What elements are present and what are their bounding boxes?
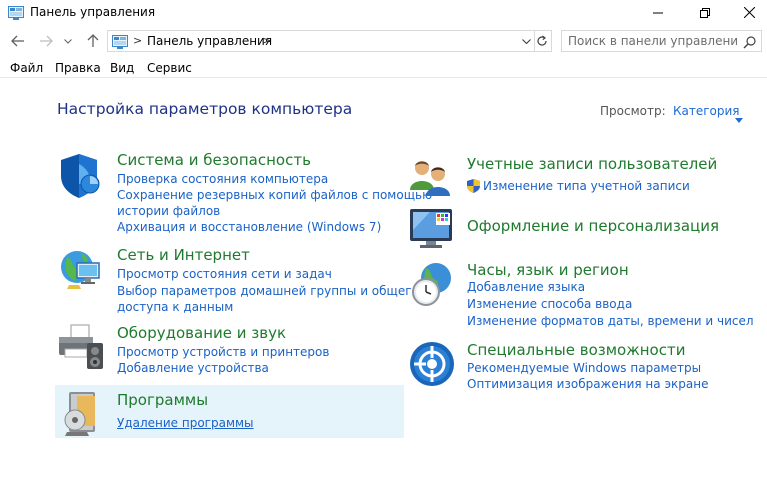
clock-globe-icon [408, 260, 456, 308]
link-network-status[interactable]: Просмотр состояния сети и задач [117, 266, 332, 282]
link-uninstall-program[interactable]: Удаление программы [117, 415, 254, 431]
link-homegroup-sharing-cont[interactable]: доступа к данным [117, 299, 233, 315]
link-file-history-backup-cont[interactable]: истории файлов [117, 203, 220, 219]
control-panel-icon [112, 34, 128, 49]
category-user-accounts: Учетные записи пользователей Изменение т… [408, 150, 763, 200]
view-by-label: Просмотр: [600, 104, 666, 118]
chevron-down-icon[interactable] [735, 108, 743, 123]
menu-edit[interactable]: Правка [55, 61, 101, 75]
forward-button[interactable] [37, 31, 55, 51]
link-recommended-settings[interactable]: Рекомендуемые Windows параметры [467, 360, 701, 376]
network-globe-icon [57, 245, 105, 293]
view-by-dropdown[interactable]: Категория [673, 104, 740, 118]
link-change-date-formats[interactable]: Изменение форматов даты, времени и чисел [467, 313, 754, 329]
breadcrumb-control-panel[interactable]: Панель управления [147, 34, 272, 48]
address-bar[interactable]: > Панель управления > [107, 30, 535, 52]
link-change-account-type[interactable]: Изменение типа учетной записи [483, 178, 690, 194]
link-add-language[interactable]: Добавление языка [467, 279, 585, 295]
category-title[interactable]: Система и безопасность [117, 151, 311, 169]
category-clock-region: Часы, язык и регион Добавление языка Изм… [408, 260, 763, 332]
category-title[interactable]: Оформление и персонализация [467, 217, 719, 235]
page-title: Настройка параметров компьютера [57, 100, 353, 118]
window-title: Панель управления [30, 5, 156, 19]
back-button[interactable] [9, 31, 27, 51]
category-hardware-sound: Оборудование и звук Просмотр устройств и… [57, 323, 402, 378]
close-button[interactable] [727, 0, 767, 25]
users-icon [408, 156, 456, 204]
link-change-input-method[interactable]: Изменение способа ввода [467, 296, 632, 312]
menu-view[interactable]: Вид [110, 61, 134, 75]
category-title[interactable]: Оборудование и звук [117, 324, 286, 342]
category-network-internet: Сеть и Интернет Просмотр состояния сети … [57, 245, 419, 315]
ease-of-access-icon [408, 340, 456, 388]
uac-shield-icon [467, 178, 480, 193]
link-add-device[interactable]: Добавление устройства [117, 360, 269, 376]
link-optimize-display[interactable]: Оптимизация изображения на экране [467, 376, 708, 392]
link-backup-restore[interactable]: Архивация и восстановление (Windows 7) [117, 219, 381, 235]
menu-file[interactable]: Файл [10, 61, 43, 75]
category-title[interactable]: Специальные возможности [467, 341, 685, 359]
link-file-history-backup[interactable]: Сохранение резервных копий файлов с помо… [117, 187, 432, 203]
category-appearance: Оформление и персонализация [408, 205, 763, 257]
link-homegroup-sharing[interactable]: Выбор параметров домашней группы и общег… [117, 283, 419, 299]
recent-locations-button[interactable] [62, 31, 74, 51]
menu-tools[interactable]: Сервис [147, 61, 192, 75]
category-ease-of-access: Специальные возможности Рекомендуемые Wi… [408, 340, 763, 395]
category-system-security: Система и безопасность Проверка состояни… [57, 150, 432, 240]
category-title[interactable]: Учетные записи пользователей [467, 155, 717, 173]
title-bar: Панель управления [0, 0, 767, 25]
shield-icon [57, 152, 105, 200]
search-icon[interactable] [743, 34, 757, 49]
programs-icon [57, 390, 105, 438]
search-input[interactable] [568, 33, 738, 49]
printer-icon [57, 323, 105, 371]
category-title[interactable]: Программы [117, 391, 208, 409]
menu-bar: Файл Правка Вид Сервис [0, 58, 767, 78]
category-title[interactable]: Часы, язык и регион [467, 261, 629, 279]
breadcrumb-separator[interactable]: > [262, 34, 271, 47]
control-panel-icon [8, 5, 24, 20]
link-check-computer-status[interactable]: Проверка состояния компьютера [117, 171, 328, 187]
category-programs: Программы Удаление программы [57, 390, 402, 438]
appearance-monitor-icon [408, 205, 456, 253]
up-button[interactable] [84, 31, 102, 51]
maximize-button[interactable] [683, 0, 727, 25]
refresh-button[interactable] [532, 30, 552, 52]
search-box[interactable] [561, 30, 762, 52]
breadcrumb-separator[interactable]: > [133, 34, 142, 47]
category-title[interactable]: Сеть и Интернет [117, 246, 250, 264]
navigation-bar: > Панель управления > [0, 28, 767, 54]
link-devices-printers[interactable]: Просмотр устройств и принтеров [117, 344, 329, 360]
minimize-button[interactable] [636, 0, 680, 25]
